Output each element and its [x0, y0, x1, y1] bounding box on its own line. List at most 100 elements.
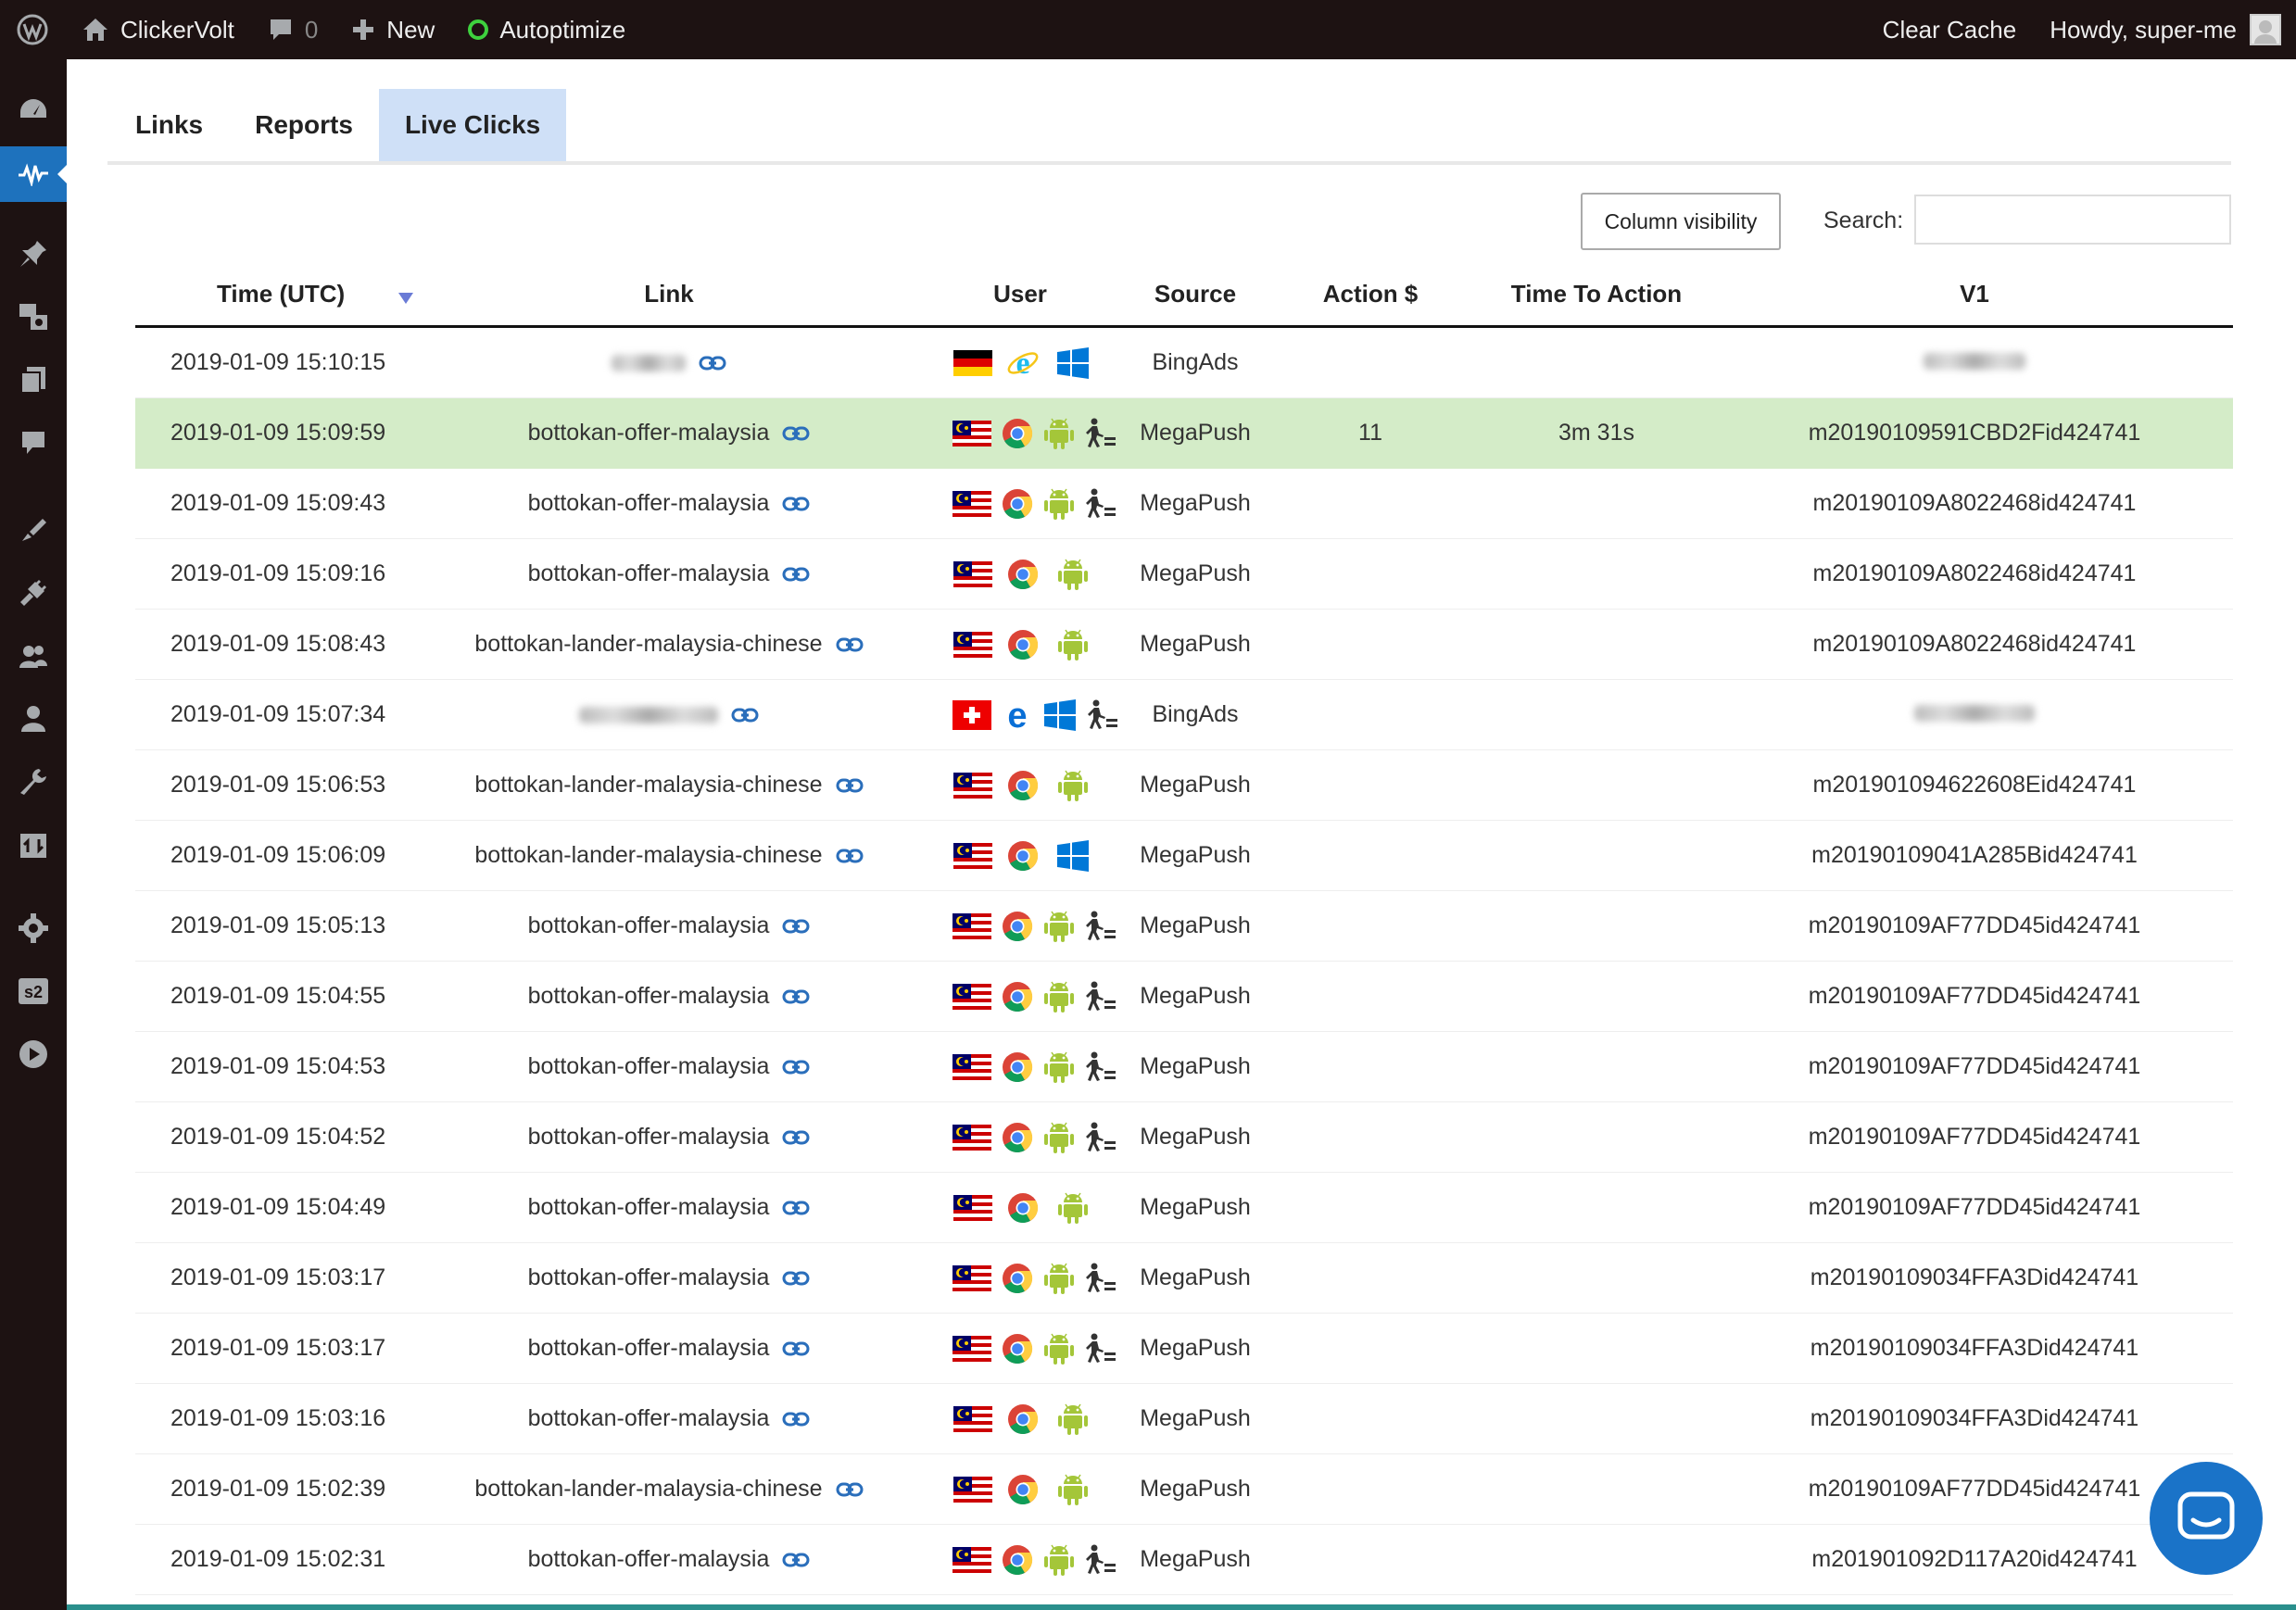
tab-bar: Links Reports Live Clicks: [109, 89, 567, 161]
external-link-icon[interactable]: [836, 636, 864, 653]
dashboard-icon[interactable]: [0, 82, 67, 137]
link-name[interactable]: bottokan-lander-malaysia-chinese: [474, 842, 822, 869]
users-group-icon[interactable]: [0, 628, 67, 684]
cell-user: [914, 1471, 1127, 1508]
user-icon[interactable]: [0, 691, 67, 747]
v1-value: m20190109034FFA3Did424741: [1810, 1405, 2139, 1431]
link-name[interactable]: bottokan-lander-malaysia-chinese: [474, 772, 822, 799]
link-name[interactable]: bottokan-lander-malaysia-chinese: [474, 631, 822, 658]
cell-v1: m20190109A8022468id424741: [1716, 631, 2233, 658]
v1-value: m20190109A8022468id424741: [1812, 490, 2137, 516]
header-link[interactable]: Link: [424, 280, 914, 308]
tools-wrench-icon[interactable]: [0, 754, 67, 810]
cell-user: [914, 978, 1127, 1015]
admin-bar: ClickerVolt 0 New Autoptimize Clear Cach…: [0, 0, 2296, 59]
cell-source: MegaPush: [1140, 1335, 1251, 1361]
v1-value: m201901092D117A20id424741: [1811, 1546, 2138, 1572]
howdy-label: Howdy, super-me: [2050, 15, 2237, 44]
new-content-link[interactable]: New: [334, 0, 451, 59]
external-link-icon[interactable]: [731, 707, 759, 723]
cell-v1: m20190109AF77DD45id424741: [1716, 1124, 2233, 1151]
chrome-icon: [1003, 1401, 1043, 1438]
comments-link[interactable]: 0: [251, 0, 334, 59]
link-name[interactable]: bottokan-lander-malaysia-chinese: [474, 1476, 822, 1503]
import-export-icon[interactable]: [0, 817, 67, 873]
cell-link: bottokan-lander-malaysia-chinese: [424, 631, 914, 658]
header-time[interactable]: Time (UTC): [135, 280, 424, 308]
external-link-icon[interactable]: [782, 1270, 810, 1287]
link-name[interactable]: bottokan-offer-malaysia: [528, 1124, 770, 1151]
wordpress-logo-icon[interactable]: [0, 0, 65, 59]
plugins-icon[interactable]: [0, 565, 67, 621]
tab-links[interactable]: Links: [109, 89, 229, 161]
external-link-icon[interactable]: [782, 1340, 810, 1357]
cell-time: 2019-01-09 15:04:49: [170, 1194, 386, 1220]
table-row: 2019-01-09 15:04:52 bottokan-offer-malays…: [135, 1102, 2233, 1173]
link-name[interactable]: bottokan-offer-malaysia: [528, 560, 770, 587]
external-link-icon[interactable]: [782, 1552, 810, 1568]
external-link-icon[interactable]: [782, 566, 810, 583]
link-name[interactable]: bottokan-offer-malaysia: [528, 1194, 770, 1221]
search-input[interactable]: [1914, 195, 2231, 245]
external-link-icon[interactable]: [782, 988, 810, 1005]
link-name[interactable]: bottokan-offer-malaysia: [528, 490, 770, 517]
header-user[interactable]: User: [914, 280, 1127, 308]
header-time-to-action[interactable]: Time To Action: [1477, 280, 1716, 308]
external-link-icon[interactable]: [782, 1200, 810, 1216]
external-link-icon[interactable]: [782, 918, 810, 935]
link-name[interactable]: bottokan-offer-malaysia: [528, 1335, 770, 1362]
appearance-brush-icon[interactable]: [0, 502, 67, 558]
external-link-icon[interactable]: [836, 777, 864, 794]
comment-bubble-icon: [268, 17, 294, 43]
external-link-icon[interactable]: [836, 848, 864, 864]
cell-link: bottokan-lander-malaysia-chinese: [424, 772, 914, 799]
cell-time: 2019-01-09 15:04:53: [170, 1053, 386, 1079]
header-source[interactable]: Source: [1127, 280, 1264, 308]
v1-value: m20190109AF77DD45id424741: [1808, 1476, 2141, 1502]
header-action-value[interactable]: Action $: [1264, 280, 1477, 308]
column-visibility-button[interactable]: Column visibility: [1581, 193, 1781, 250]
account-menu[interactable]: Howdy, super-me: [2033, 0, 2296, 59]
clear-cache-button[interactable]: Clear Cache: [1866, 0, 2034, 59]
v1-value: m201901094622608Eid424741: [1812, 772, 2137, 798]
link-name[interactable]: bottokan-offer-malaysia: [528, 420, 770, 447]
sort-desc-icon: [398, 293, 413, 304]
link-name[interactable]: bottokan-offer-malaysia: [528, 983, 770, 1010]
chrome-icon: [1001, 978, 1034, 1015]
comments-icon[interactable]: [0, 415, 67, 471]
external-link-icon[interactable]: [699, 355, 726, 371]
external-link-icon[interactable]: [836, 1481, 864, 1498]
cell-v1: [1716, 701, 2233, 728]
external-link-icon[interactable]: [782, 425, 810, 442]
autoptimize-link[interactable]: Autoptimize: [451, 0, 642, 59]
link-name[interactable]: bottokan-offer-malaysia: [528, 1546, 770, 1573]
clickervolt-pulse-icon[interactable]: [0, 146, 67, 202]
settings-gear-icon[interactable]: [0, 900, 67, 956]
chat-launcher-button[interactable]: [2150, 1462, 2263, 1575]
media-icon[interactable]: [0, 289, 67, 345]
tab-live-clicks[interactable]: Live Clicks: [378, 89, 567, 161]
tab-reports[interactable]: Reports: [229, 89, 379, 161]
header-v1[interactable]: V1: [1716, 280, 2233, 308]
posts-pin-icon[interactable]: [0, 226, 67, 282]
pages-icon[interactable]: [0, 352, 67, 408]
external-link-icon[interactable]: [782, 496, 810, 512]
external-link-icon[interactable]: [782, 1411, 810, 1428]
android-icon: [1043, 1330, 1075, 1367]
chrome-icon: [1001, 1049, 1034, 1086]
autoptimize-status-icon: [468, 19, 489, 40]
external-link-icon[interactable]: [782, 1059, 810, 1075]
link-name[interactable]: bottokan-offer-malaysia: [528, 1053, 770, 1080]
cell-source: MegaPush: [1140, 490, 1251, 516]
link-name[interactable]: bottokan-offer-malaysia: [528, 1264, 770, 1291]
cell-time: 2019-01-09 15:09:16: [170, 560, 386, 586]
s2-icon[interactable]: s2: [0, 963, 67, 1019]
v1-value: m20190109AF77DD45id424741: [1808, 912, 2141, 938]
cell-time: 2019-01-09 15:06:09: [170, 842, 386, 868]
site-name-link[interactable]: ClickerVolt: [65, 0, 251, 59]
external-link-icon[interactable]: [782, 1129, 810, 1146]
malaysia-flag-icon: [952, 556, 993, 593]
play-circle-icon[interactable]: [0, 1026, 67, 1082]
link-name[interactable]: bottokan-offer-malaysia: [528, 1405, 770, 1432]
link-name[interactable]: bottokan-offer-malaysia: [528, 912, 770, 939]
